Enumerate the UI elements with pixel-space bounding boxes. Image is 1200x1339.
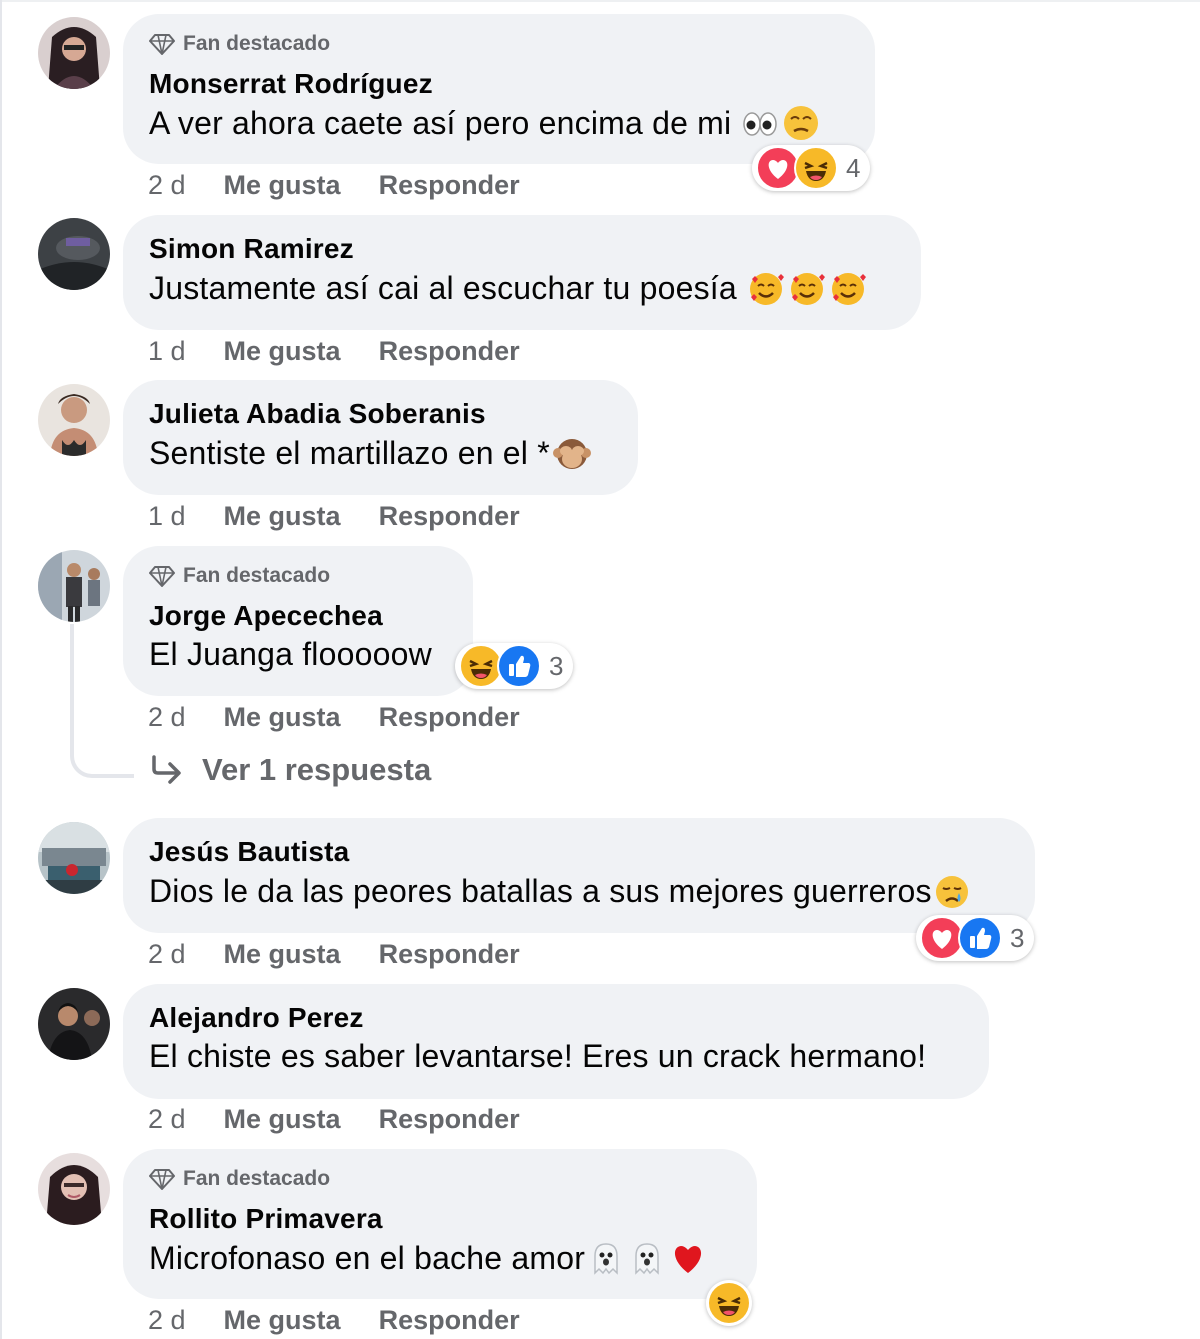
eyes-emoji-icon	[741, 104, 779, 142]
timestamp[interactable]: 1 d	[148, 501, 186, 532]
diamond-icon	[149, 1169, 175, 1190]
author-name[interactable]: Rollito Primavera	[149, 1203, 383, 1235]
haha-reaction-icon	[794, 146, 838, 190]
comment-actions: 2 d Me gusta Responder	[148, 939, 520, 970]
reaction-summary[interactable]: 3	[455, 643, 573, 689]
comment-bubble: Simon Ramirez Justamente así cai al escu…	[123, 215, 921, 330]
like-reaction-icon	[497, 644, 541, 688]
author-name[interactable]: Julieta Abadia Soberanis	[149, 398, 486, 430]
crying-face-emoji-icon	[933, 872, 971, 910]
comment-body: A ver ahora caete así pero encima de mi	[149, 104, 732, 141]
comment-bubble: Alejandro Perez El chiste es saber levan…	[123, 984, 989, 1099]
diamond-icon	[149, 34, 175, 55]
comment-bubble: Jesús Bautista Dios le da las peores bat…	[123, 818, 1035, 933]
ghost-emoji-icon	[628, 1239, 666, 1277]
reply-button[interactable]: Responder	[379, 1305, 520, 1336]
comment-body: El chiste es saber levantarse! Eres un c…	[149, 1038, 927, 1074]
comment-actions: 1 d Me gusta Responder	[148, 501, 520, 532]
comment-bubble: Fan destacado Rollito Primavera Microfon…	[123, 1149, 757, 1299]
comment-body: Dios le da las peores batallas a sus mej…	[149, 872, 932, 909]
comment-actions: 2 d Me gusta Responder	[148, 1104, 520, 1135]
comment-body: El Juanga flooooow	[149, 636, 432, 672]
like-reaction-icon	[958, 916, 1002, 960]
timestamp[interactable]: 2 d	[148, 702, 186, 733]
comment-text: Sentiste el martillazo en el *	[149, 434, 591, 472]
view-replies-label: Ver 1 respuesta	[202, 752, 432, 787]
timestamp[interactable]: 2 d	[148, 939, 186, 970]
reply-arrow-icon	[152, 755, 181, 784]
comment-bubble: Julieta Abadia Soberanis Sentiste el mar…	[123, 380, 638, 495]
like-button[interactable]: Me gusta	[224, 170, 341, 201]
reply-button[interactable]: Responder	[379, 501, 520, 532]
avatar[interactable]	[38, 384, 110, 456]
author-name[interactable]: Jesús Bautista	[149, 836, 349, 868]
see-no-evil-monkey-emoji-icon	[552, 434, 591, 472]
ghost-emoji-icon	[587, 1239, 625, 1277]
comment-body: Microfonaso en el bache amor	[149, 1239, 586, 1276]
comment-text: Microfonaso en el bache amor	[149, 1239, 707, 1277]
reaction-count: 3	[1010, 922, 1025, 953]
comment-body: Justamente así cai al escuchar tu poesía	[149, 269, 737, 306]
reaction-summary[interactable]: 4	[752, 145, 870, 191]
reply-button[interactable]: Responder	[379, 1104, 520, 1135]
reply-button[interactable]: Responder	[379, 702, 520, 733]
view-replies-link[interactable]: Ver 1 respuesta	[150, 752, 431, 788]
reaction-summary[interactable]: 3	[916, 915, 1034, 961]
comment-actions: 2 d Me gusta Responder	[148, 702, 520, 733]
diamond-icon	[149, 566, 175, 587]
comment-actions: 1 d Me gusta Responder	[148, 336, 520, 367]
comment-text: A ver ahora caete así pero encima de mi	[149, 104, 820, 142]
reaction-count: 4	[846, 152, 861, 183]
smiling-face-with-hearts-emoji-icon	[747, 269, 785, 307]
reaction-summary[interactable]	[706, 1280, 752, 1326]
timestamp[interactable]: 1 d	[148, 336, 186, 367]
smiling-face-with-hearts-emoji-icon	[829, 269, 867, 307]
author-name[interactable]: Monserrat Rodríguez	[149, 68, 433, 100]
author-name[interactable]: Simon Ramirez	[149, 233, 354, 265]
like-button[interactable]: Me gusta	[224, 336, 341, 367]
red-heart-emoji-icon	[669, 1239, 707, 1277]
top-fan-badge: Fan destacado	[149, 564, 330, 588]
badge-label: Fan destacado	[183, 32, 331, 55]
smiling-face-with-hearts-emoji-icon	[788, 269, 826, 307]
comment-actions: 2 d Me gusta Responder	[148, 170, 520, 201]
comment-actions: 2 d Me gusta Responder	[148, 1305, 520, 1336]
comment-text: El Juanga flooooow	[149, 636, 432, 673]
dizzy-face-emoji-icon	[782, 104, 820, 142]
like-button[interactable]: Me gusta	[224, 1305, 341, 1336]
avatar[interactable]	[38, 1153, 110, 1225]
comment-body: Sentiste el martillazo en el *	[149, 434, 550, 471]
comment-text: El chiste es saber levantarse! Eres un c…	[149, 1038, 926, 1075]
timestamp[interactable]: 2 d	[148, 1305, 186, 1336]
like-button[interactable]: Me gusta	[224, 702, 341, 733]
author-name[interactable]: Alejandro Perez	[149, 1002, 364, 1034]
reaction-count: 3	[549, 650, 564, 681]
haha-reaction-icon	[709, 1283, 749, 1323]
avatar[interactable]	[38, 822, 110, 894]
like-button[interactable]: Me gusta	[224, 939, 341, 970]
comment-text: Justamente así cai al escuchar tu poesía	[149, 269, 867, 307]
reply-button[interactable]: Responder	[379, 170, 520, 201]
timestamp[interactable]: 2 d	[148, 170, 186, 201]
top-border	[0, 0, 1200, 2]
badge-label: Fan destacado	[183, 564, 331, 587]
timestamp[interactable]: 2 d	[148, 1104, 186, 1135]
top-fan-badge: Fan destacado	[149, 1167, 330, 1191]
avatar[interactable]	[38, 17, 110, 89]
left-border	[0, 0, 2, 1339]
avatar[interactable]	[38, 988, 110, 1060]
reply-button[interactable]: Responder	[379, 939, 520, 970]
avatar[interactable]	[38, 218, 110, 290]
comment-bubble: Fan destacado Jorge Apecechea El Juanga …	[123, 546, 473, 696]
like-button[interactable]: Me gusta	[224, 1104, 341, 1135]
like-button[interactable]: Me gusta	[224, 501, 341, 532]
comment-bubble: Fan destacado Monserrat Rodríguez A ver …	[123, 14, 875, 164]
author-name[interactable]: Jorge Apecechea	[149, 600, 383, 632]
avatar[interactable]	[38, 550, 110, 622]
comment-text: Dios le da las peores batallas a sus mej…	[149, 872, 971, 910]
reply-button[interactable]: Responder	[379, 336, 520, 367]
badge-label: Fan destacado	[183, 1167, 331, 1190]
top-fan-badge: Fan destacado	[149, 32, 330, 56]
